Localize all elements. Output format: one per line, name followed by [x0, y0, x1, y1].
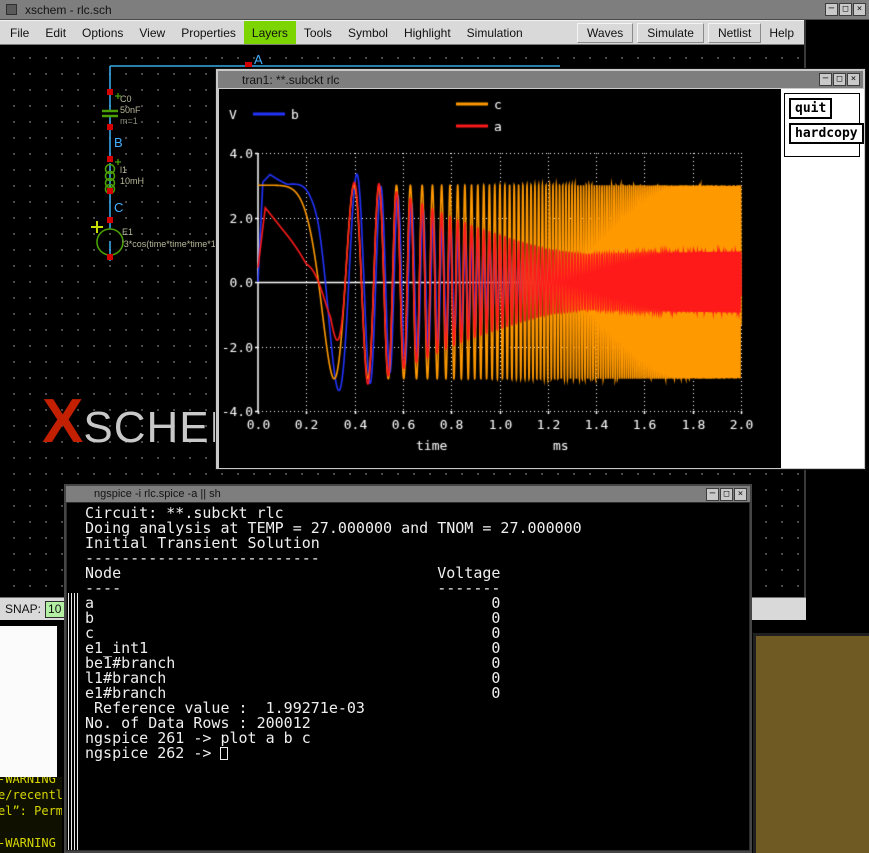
close-icon[interactable]: × [853, 3, 866, 16]
inductor-ref: l1 [120, 165, 127, 175]
waves-button[interactable]: Waves [577, 23, 633, 43]
capacitor-c0[interactable]: C0 50nF m=1 [102, 89, 141, 130]
xschem-window-title: xschem - rlc.sch [25, 3, 112, 17]
xschem-menubar: FileEditOptionsViewPropertiesLayersTools… [0, 20, 804, 45]
menu-edit[interactable]: Edit [37, 21, 74, 44]
net-label-b[interactable]: B [114, 135, 123, 150]
warning-line: -WARNING [0, 777, 62, 787]
plot-button-panel: quit hardcopy [784, 93, 860, 157]
warning-line: e/recently [0, 787, 62, 803]
plot-titlebar[interactable]: tran1: **.subckt rlc ─ □ × [218, 71, 863, 88]
voltage-source-e1[interactable]: E1 '3*cos(time*time*time*1e11)' [91, 217, 235, 260]
logo-x: X [42, 387, 83, 456]
window-menu-icon[interactable] [6, 4, 17, 15]
quit-button[interactable]: quit [789, 98, 832, 119]
waveform-plot-canvas [219, 89, 781, 468]
terminal-cursor [220, 747, 228, 760]
menu-highlight[interactable]: Highlight [396, 21, 459, 44]
xschem-titlebar[interactable]: xschem - rlc.sch ─ □ × [0, 0, 869, 20]
netlist-button[interactable]: Netlist [708, 23, 761, 43]
net-label-c[interactable]: C [114, 200, 123, 215]
net-label-a[interactable]: A [254, 52, 263, 67]
simulate-button[interactable]: Simulate [637, 23, 704, 43]
warning-line: el”: Perm [0, 803, 62, 819]
background-white-window [0, 626, 57, 777]
plot-side-panel: quit hardcopy [781, 89, 864, 468]
terminal-window-title: ngspice -i rlc.spice -a || sh [66, 488, 221, 500]
desktop: xschem - rlc.sch ─ □ × FileEditOptionsVi… [0, 0, 869, 853]
hardcopy-button[interactable]: hardcopy [789, 123, 864, 144]
snap-label: SNAP: [0, 602, 45, 616]
capacitor-ref: C0 [120, 94, 132, 104]
minimize-icon[interactable]: ─ [819, 73, 832, 86]
warning-line [0, 819, 62, 835]
menu-options[interactable]: Options [74, 21, 131, 44]
background-brown-window [753, 633, 869, 853]
plot-window: tran1: **.subckt rlc ─ □ × quit hardcopy [215, 68, 866, 470]
menu-symbol[interactable]: Symbol [340, 21, 396, 44]
maximize-icon[interactable]: □ [833, 73, 846, 86]
capacitor-attr: m=1 [120, 116, 138, 126]
inductor-value: 10mH [120, 176, 144, 186]
plot-window-title: tran1: **.subckt rlc [218, 73, 339, 87]
terminal-content: Circuit: **.subckt rlcDoing analysis at … [67, 503, 749, 850]
close-icon[interactable]: × [734, 488, 747, 501]
ngspice-terminal-window: ngspice -i rlc.spice -a || sh ─ □ × Circ… [64, 484, 752, 853]
maximize-icon[interactable]: □ [839, 3, 852, 16]
terminal-text: Circuit: **.subckt rlcDoing analysis at … [85, 506, 749, 850]
inductor-l1[interactable]: l1 10mH [106, 156, 145, 194]
menu-properties[interactable]: Properties [173, 21, 244, 44]
close-icon[interactable]: × [847, 73, 860, 86]
minimize-icon[interactable]: ─ [825, 3, 838, 16]
terminal-scrollbar-thumb[interactable] [68, 593, 80, 850]
menu-layers[interactable]: Layers [244, 21, 296, 44]
maximize-icon[interactable]: □ [720, 488, 733, 501]
terminal-titlebar[interactable]: ngspice -i rlc.spice -a || sh ─ □ × [66, 486, 750, 502]
minimize-icon[interactable]: ─ [706, 488, 719, 501]
help-menu[interactable]: Help [765, 24, 798, 42]
pin-a [245, 62, 252, 67]
capacitor-value: 50nF [120, 105, 141, 115]
menu-view[interactable]: View [131, 21, 173, 44]
terminal-scrollbar[interactable] [67, 503, 81, 850]
menu-tools[interactable]: Tools [296, 21, 340, 44]
source-ref: E1 [122, 227, 133, 237]
background-warning-terminal: -WARNINGe/recentlyel”: Perm -WARNING [0, 777, 62, 853]
terminal-line: ngspice 262 -> [85, 746, 749, 761]
warning-line: -WARNING [0, 835, 62, 851]
menu-file[interactable]: File [2, 21, 37, 44]
menu-simulation[interactable]: Simulation [459, 21, 531, 44]
